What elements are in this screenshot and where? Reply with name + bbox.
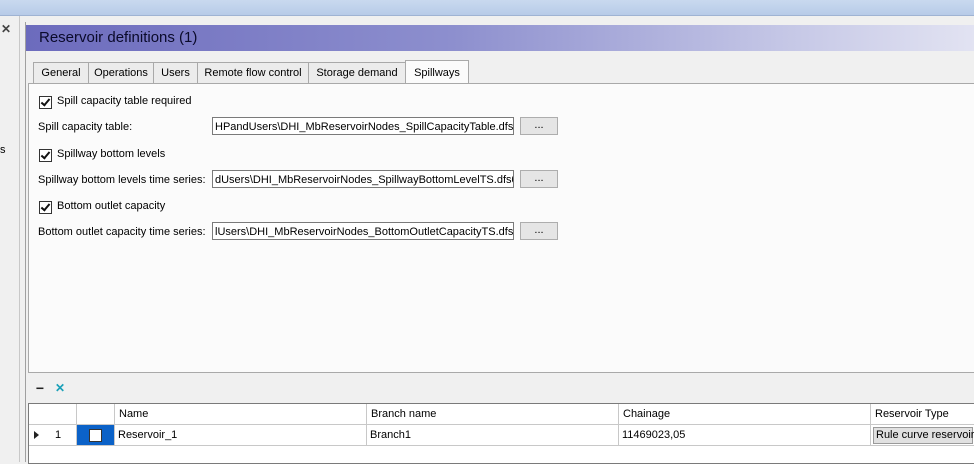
reservoir-grid: Name Branch name Chainage Reservoir Type… <box>28 403 974 464</box>
tab-spillways[interactable]: Spillways <box>405 60 469 85</box>
spillway-bottom-levels-checkbox[interactable] <box>39 149 52 162</box>
spillway-bottom-levels-label: Spillway bottom levels <box>57 148 166 160</box>
row-index: 1 <box>55 429 62 441</box>
row-branch-cell[interactable]: Branch1 <box>367 425 619 446</box>
spill-capacity-required-label: Spill capacity table required <box>57 95 192 107</box>
grid-header-select <box>77 404 115 425</box>
spill-capacity-table-label: Spill capacity table: <box>38 121 133 133</box>
spillway-bottom-ts-label: Spillway bottom levels time series: <box>38 174 206 186</box>
current-row-arrow-icon <box>34 431 39 439</box>
tab-storage-demand[interactable]: Storage demand <box>308 62 406 83</box>
spill-capacity-table-browse-button[interactable]: ... <box>520 117 558 135</box>
bottom-outlet-capacity-checkbox[interactable] <box>39 201 52 214</box>
bottom-outlet-ts-field[interactable]: lUsers\DHI_MbReservoirNodes_BottomOutlet… <box>212 222 514 240</box>
left-pane: ✕ s <box>0 16 20 462</box>
bottom-outlet-ts-browse-button[interactable]: ... <box>520 222 558 240</box>
window-top-bar <box>0 0 974 16</box>
close-icon[interactable]: ✕ <box>1 22 11 36</box>
delete-row-icon[interactable]: ✕ <box>52 380 68 396</box>
grid-header-branch-name[interactable]: Branch name <box>367 404 619 425</box>
left-pane-label-fragment: s <box>0 144 6 156</box>
tab-general[interactable]: General <box>33 62 89 83</box>
tab-remote-flow-control[interactable]: Remote flow control <box>197 62 309 83</box>
reservoir-definitions-panel: Reservoir definitions (1) General Operat… <box>25 22 974 464</box>
row-select-checkbox[interactable] <box>89 429 102 442</box>
row-chainage-cell[interactable]: 11469023,05 <box>619 425 871 446</box>
reservoir-type-dropdown[interactable]: Rule curve reservoir <box>873 427 974 444</box>
spillways-tab-content: Spill capacity table required Spill capa… <box>28 83 974 373</box>
bottom-outlet-ts-label: Bottom outlet capacity time series: <box>38 226 206 238</box>
panel-title-bar: Reservoir definitions (1) <box>26 25 974 51</box>
row-select-cell[interactable] <box>77 425 115 446</box>
row-reservoir-type-cell[interactable]: Rule curve reservoir <box>871 425 974 446</box>
grid-header-reservoir-type[interactable]: Reservoir Type <box>871 404 974 425</box>
spillway-bottom-ts-field[interactable]: dUsers\DHI_MbReservoirNodes_SpillwayBott… <box>212 170 514 188</box>
tab-users[interactable]: Users <box>153 62 198 83</box>
bottom-outlet-capacity-label: Bottom outlet capacity <box>57 200 166 212</box>
panel-title: Reservoir definitions (1) <box>39 29 198 46</box>
table-row-header[interactable]: 1 <box>29 425 77 446</box>
spillway-bottom-ts-browse-button[interactable]: ... <box>520 170 558 188</box>
grid-header-chainage[interactable]: Chainage <box>619 404 871 425</box>
tab-operations[interactable]: Operations <box>88 62 154 83</box>
spill-capacity-required-checkbox[interactable] <box>39 96 52 109</box>
spill-capacity-table-field[interactable]: HPandUsers\DHI_MbReservoirNodes_SpillCap… <box>212 117 514 135</box>
row-name-cell[interactable]: Reservoir_1 <box>115 425 367 446</box>
grid-header-name[interactable]: Name <box>115 404 367 425</box>
grid-toolbar: − ✕ <box>28 376 973 400</box>
grid-header-row-indicator <box>29 404 77 425</box>
remove-row-icon[interactable]: − <box>32 380 48 396</box>
